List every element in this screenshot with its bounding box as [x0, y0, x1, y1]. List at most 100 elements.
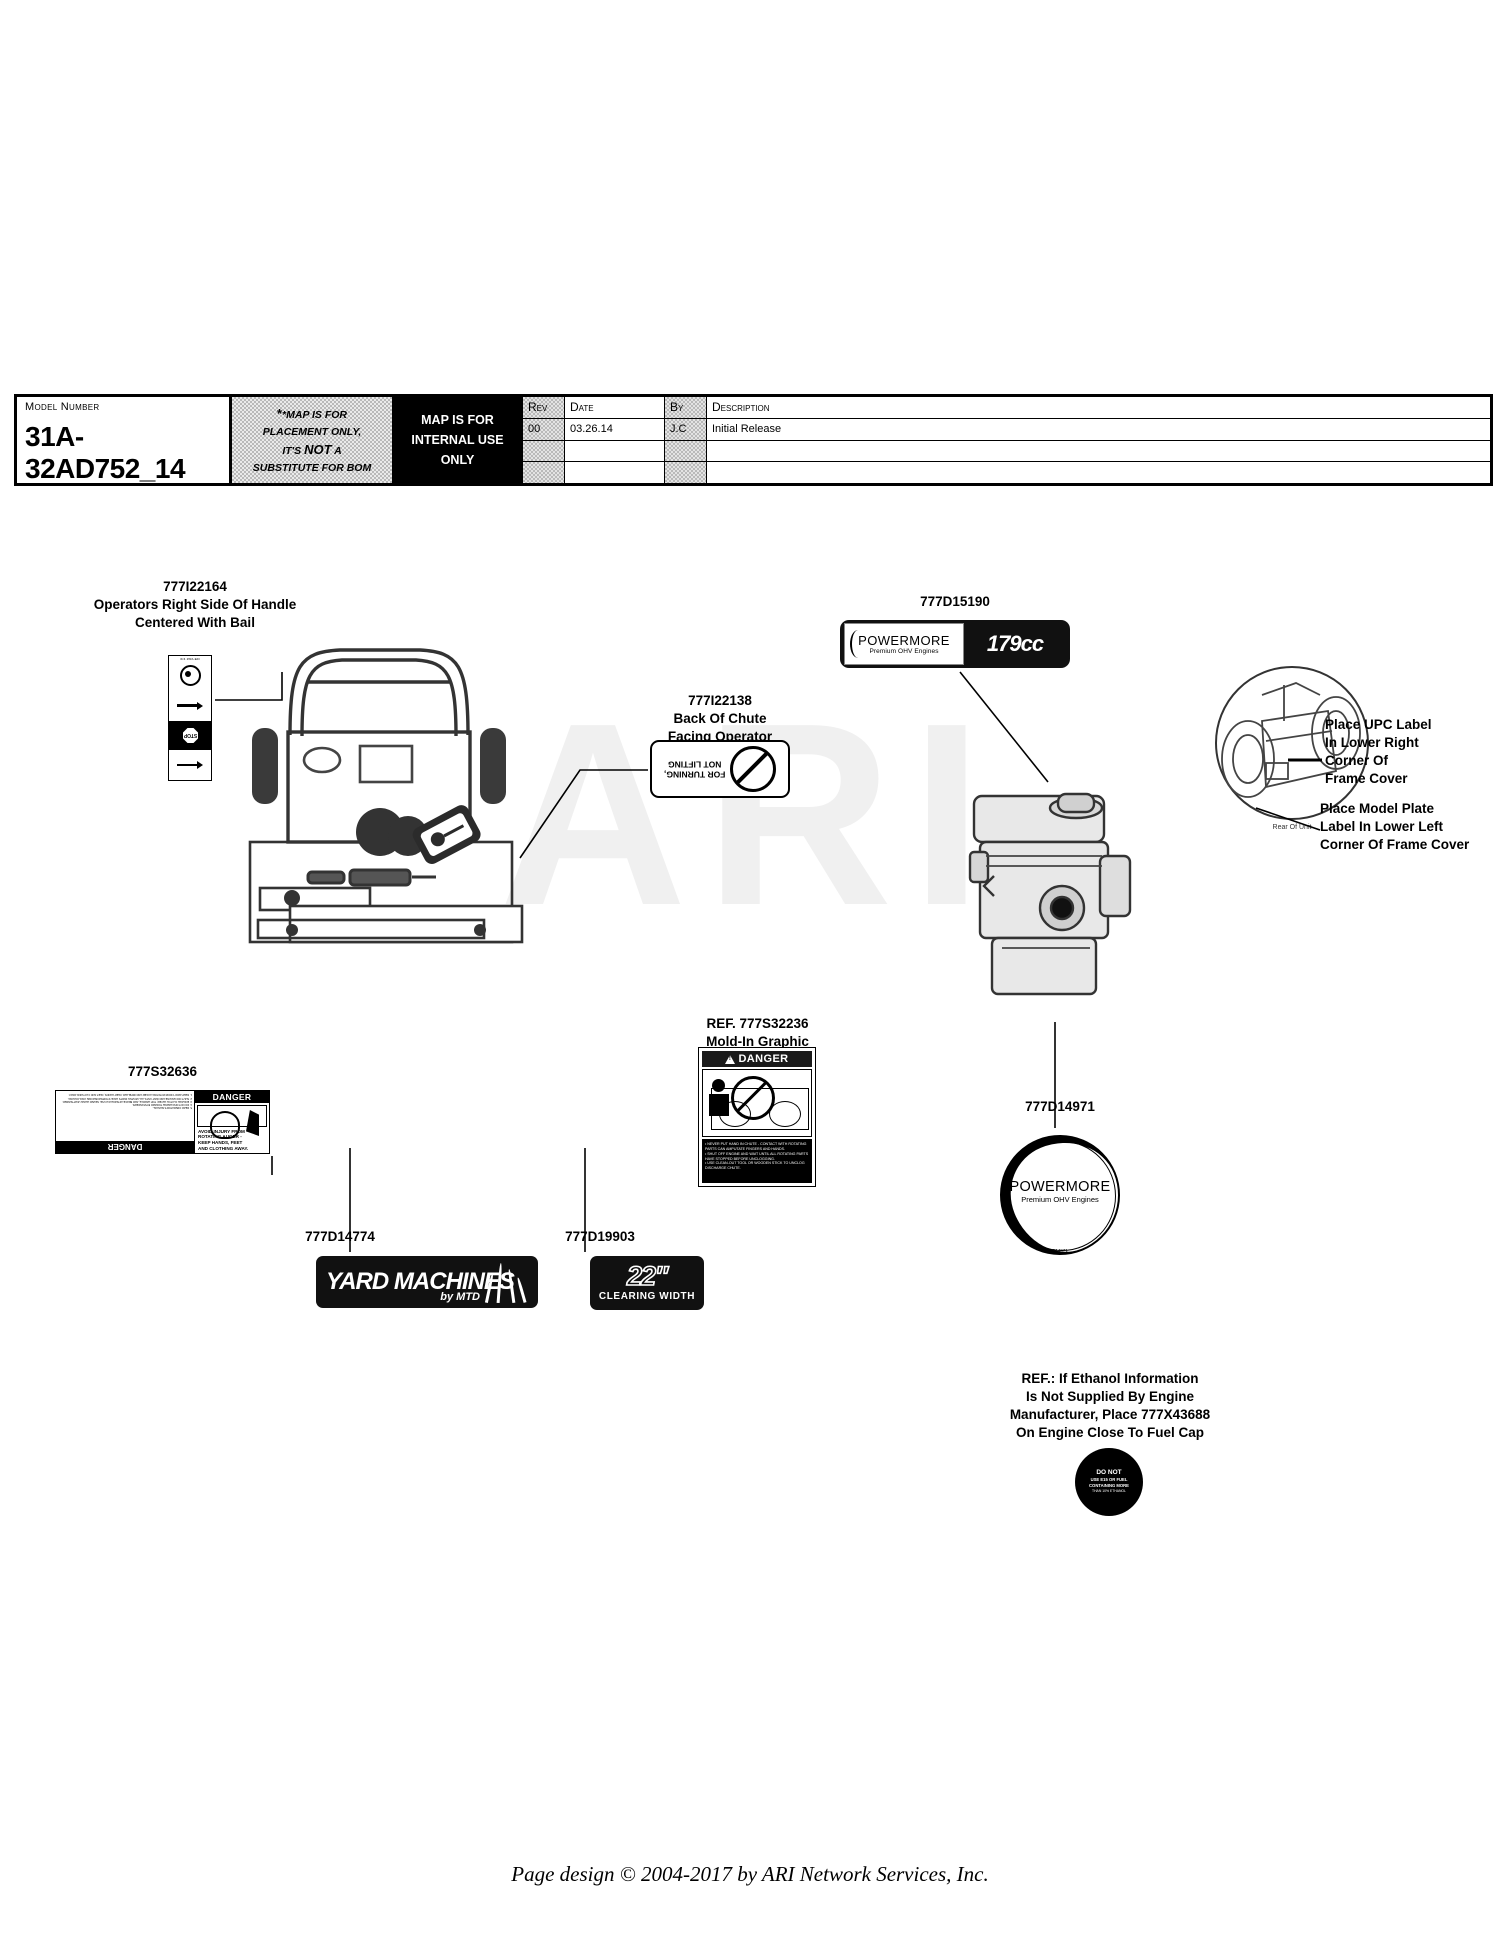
page-footer-copyright: Page design © 2004-2017 by ARI Network S… — [511, 1862, 989, 1886]
powermore-badge: POWERMORE Premium OHV Engines — [844, 623, 964, 665]
cell-by — [665, 440, 707, 462]
decal-777I22138-chute-graphic: FOR TURNING, NOT LIFTING — [650, 740, 790, 798]
cell-date — [565, 462, 665, 483]
instruction-1: 1. KEEP AWAY FROM ROTATING AUGER AND IMP… — [68, 1093, 192, 1097]
ethanol-line-4: On Engine Close To Fuel Cap — [1015, 1424, 1204, 1440]
cell-rev — [523, 440, 565, 462]
callout-line-1: Back Of Chute — [673, 710, 767, 726]
auger-icon — [711, 1088, 809, 1130]
part-number: 777D15190 — [920, 594, 990, 609]
decal-777D14971-powermore-round: POWERMORE Premium OHV Engines D14971 — [981, 1116, 1139, 1274]
callout-777S32636: 777S32636 — [55, 1063, 270, 1081]
part-number: 777S32636 — [127, 1064, 198, 1079]
cell-by — [665, 462, 707, 483]
powermore-brand: POWERMORE — [858, 633, 950, 648]
note-line-3a: IT'S — [282, 445, 302, 457]
col-header-by: By — [665, 397, 707, 418]
clearing-width-caption: CLEARING WIDTH — [598, 1291, 696, 1303]
danger-banner: DANGER — [56, 1141, 194, 1153]
note-line-3b: NOT — [304, 442, 332, 457]
model-number-value: 31A-32AD752_14 — [25, 421, 186, 484]
bullet-2: SHUT OFF ENGINE AND WAIT UNTIL ALL ROTAT… — [705, 1151, 809, 1161]
cell-description — [707, 441, 1490, 462]
model-number-caption: Model Number — [25, 401, 100, 413]
note-line-4: SUBSTITUTE FOR BOM — [252, 462, 372, 475]
callout-line-1: Operators Right Side Of Handle — [93, 596, 297, 612]
note-line-1: *MAP IS FOR — [282, 408, 347, 421]
displacement-text: 179cc — [986, 631, 1044, 656]
powermore-tagline: Premium OHV Engines — [1021, 1195, 1099, 1204]
warn-line-3: KEEP HANDS, FEET — [198, 1140, 243, 1146]
hand-auger-pictogram — [197, 1105, 267, 1139]
swoop-icon — [850, 630, 866, 658]
hand-icon — [210, 1111, 240, 1139]
upc-line-2: In Lower Right — [1325, 734, 1419, 750]
revision-row — [523, 440, 1490, 463]
model-number-cell: Model Number 31A-32AD752_14 — [17, 397, 232, 484]
decal-777S32636-danger-strip: 5. READ OPERATOR'S MANUAL. 4. DO NOT DIS… — [55, 1090, 270, 1154]
danger-header: DANGER — [195, 1091, 269, 1103]
callout-line-1: REF. 777S32236 — [706, 1016, 809, 1031]
bullet-3: USE CLEAN-OUT TOOL OR WOODEN STICK TO UN… — [705, 1161, 805, 1171]
upc-line-4: Frame Cover — [1325, 770, 1408, 786]
title-block-table: Model Number 31A-32AD752_14 **MAP IS FOR… — [14, 394, 1493, 486]
model-plate-line-2: Label In Lower Left — [1320, 818, 1444, 834]
callout-777D14774: 777D14774 — [250, 1228, 430, 1246]
internal-line-1: MAP IS FOR — [421, 413, 494, 427]
internal-line-2: INTERNAL USE — [411, 433, 504, 447]
decal-segment-spiral — [169, 661, 211, 691]
rear-of-unit-label: Rear Of Unit — [1273, 824, 1312, 831]
danger-header: DANGER — [702, 1051, 812, 1067]
no-lifting-icon — [729, 746, 776, 792]
chute-line-1: FOR TURNING, — [664, 769, 726, 780]
revision-row: 00 03.26.14 J.C Initial Release — [523, 418, 1490, 441]
decal-segment-auger — [169, 750, 211, 780]
decal-segment-stop: STOP — [169, 720, 211, 751]
ethanol-warn-line-2: USE E15 OR FUEL — [1090, 1476, 1128, 1482]
instruction-2: 2. SHUT OFF ENGINE AND WAIT UNTIL ALL MO… — [67, 1096, 192, 1100]
clearing-width-size: 22″ — [626, 1260, 669, 1291]
danger-text: DANGER — [738, 1053, 789, 1065]
instruction-4: 4. DO NOT DISCHARGE TOWARD BYSTANDERS. — [132, 1102, 192, 1106]
powermore-brand: POWERMORE — [1009, 1179, 1111, 1195]
snow-thrower-illustration — [248, 648, 524, 944]
arrow-right-icon — [197, 701, 203, 710]
decal-segment-arrow — [169, 691, 211, 721]
cell-rev — [523, 462, 565, 483]
powermore-round-label: POWERMORE Premium OHV Engines — [1000, 1179, 1120, 1204]
callout-line-2: Centered With Bail — [135, 614, 255, 630]
warning-triangle-icon — [725, 1054, 736, 1064]
upc-line-1: Place UPC Label — [1325, 717, 1432, 732]
decal-code: D14971 — [1052, 1248, 1068, 1253]
decal-777S32236-mold-in-danger: DANGER • NEVER PUT HAND IN CHUTE - CONTA… — [698, 1047, 816, 1187]
powermore-tagline: Premium OHV Engines — [869, 648, 939, 655]
ethanol-warn-line-4: THAN 10% ETHANOL — [1092, 1489, 1126, 1494]
callout-777I22164: 777I22164 Operators Right Side Of Handle… — [80, 578, 310, 632]
leader-lines — [215, 671, 1322, 1252]
part-number: 777D19903 — [565, 1229, 635, 1244]
ethanol-line-2: Is Not Supplied By Engine — [1025, 1388, 1194, 1404]
instruction-5: 5. READ OPERATOR'S MANUAL. — [152, 1105, 192, 1109]
revision-header-row: Rev Date By Description — [523, 397, 1490, 419]
cell-date: 03.26.14 — [565, 418, 665, 440]
bar-icon — [177, 704, 197, 707]
ethanol-warn-line-3: CONTAINING MORE — [1089, 1482, 1129, 1488]
cell-description — [707, 462, 1490, 483]
part-number: 777D14971 — [1025, 1099, 1095, 1114]
part-number: 777D14774 — [305, 1229, 375, 1244]
decal-777D19903-clearing-width: 22″ CLEARING WIDTH — [590, 1256, 704, 1310]
danger-bullet-list: • NEVER PUT HAND IN CHUTE - CONTACT WITH… — [702, 1139, 812, 1183]
cell-description: Initial Release — [712, 423, 782, 436]
note-line-3c: A — [334, 445, 342, 457]
decal-777X43688-ethanol-warning: DO NOT USE E15 OR FUEL CONTAINING MORE T… — [1075, 1448, 1143, 1516]
part-number: 777I22164 — [163, 579, 227, 594]
note-line-2: PLACEMENT ONLY, — [262, 425, 362, 438]
danger-instruction-lines: 5. READ OPERATOR'S MANUAL. 4. DO NOT DIS… — [58, 1093, 192, 1109]
by-mtd-text: by MTD — [440, 1291, 480, 1303]
callout-777D14971: 777D14971 — [965, 1098, 1155, 1116]
warn-line-4: AND CLOTHING AWAY. — [198, 1146, 249, 1152]
col-header-description: Description — [712, 400, 770, 415]
spiral-icon — [179, 665, 201, 687]
map-placement-note: **MAP IS FOR PLACEMENT ONLY, IT'S NOT A … — [232, 397, 395, 483]
callout-777D15190: 777D15190 — [860, 593, 1050, 611]
